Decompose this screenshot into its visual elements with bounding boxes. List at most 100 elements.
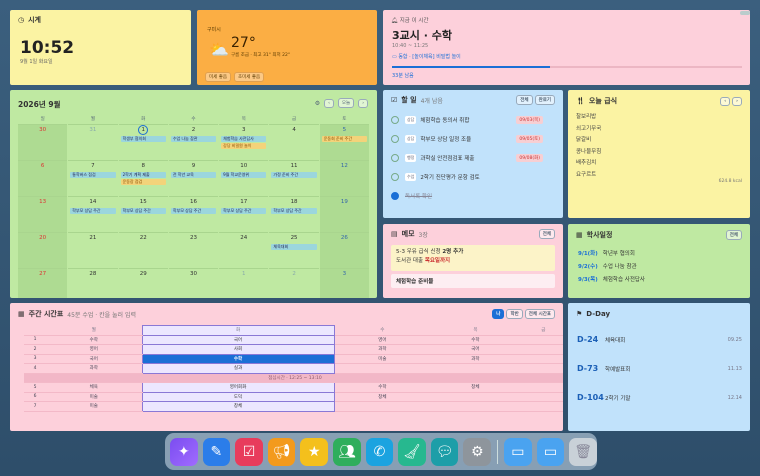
calendar-event[interactable]: 학부모 상담 주간 [271,208,317,214]
dday-item[interactable]: D-24 체육대회 09.25 [577,325,742,354]
timetable-cell[interactable]: 창체 [334,392,431,402]
timetable-cell[interactable] [430,401,521,412]
broom-app-icon[interactable]: 🧹︎ [398,437,426,466]
todo-widget[interactable]: ☑ 할 일 4개 남음 전체 완료기 상담 체험학습 동의서 취합 09/03(목)… [383,90,563,218]
calendar-day[interactable]: 28 [68,268,118,298]
clock-widget[interactable]: ◷ 시계 10:52 9월 1일 화요일 [10,10,191,85]
timetable-cell[interactable]: 수학 [430,335,521,345]
timetable-cell[interactable]: 국어 [430,344,521,355]
today-button[interactable]: 오늘 [337,98,355,108]
timetable-cell[interactable]: 영어 [46,344,143,355]
chat-app-icon[interactable]: 💬︎ [430,437,459,466]
calendar-day[interactable]: 2 수업 나눔 참관 [168,124,219,160]
timetable-cell[interactable]: 창체 [430,382,521,393]
ai-sparkle-app-icon[interactable]: ✦ [170,437,198,466]
calendar-day[interactable]: 16 학부모 상담 주간 [168,196,219,232]
calendar-day[interactable]: 1 [219,268,269,298]
calendar-day[interactable]: 23 [168,232,219,268]
timetable-cell[interactable]: 과학 [334,344,431,355]
timetable-cell[interactable]: 4 [24,363,46,374]
weather-widget[interactable]: 구미시 ⛅ 27° 구름 조금 · 최고 31° 최저 22° 미세 좋음 초미… [197,10,377,85]
prev-day-button[interactable]: ‹ [720,96,731,106]
calendar-day[interactable]: 11 가정 준비 주간 [269,160,319,196]
timetable-cell[interactable]: 2 [24,344,46,355]
calendar-day[interactable]: 9 전 학년 교육 [168,160,219,196]
next-day-button[interactable]: › [732,96,742,106]
calendar-event[interactable]: 학부모 상담 주간 [70,208,116,214]
timetable-cell[interactable] [520,335,563,345]
calendar-day[interactable]: 10 9월 학교운영위 [219,160,269,196]
timetable-cell[interactable] [430,392,521,402]
calendar-day[interactable]: 21 [68,232,118,268]
calendar-event[interactable]: 가정 준비 주간 [271,172,317,178]
timetable-cell[interactable]: 5 [24,382,46,393]
todo-checkbox[interactable] [391,115,399,124]
todo-item[interactable]: 상담 학부모 상담 일정 조율 09/05(토) [391,129,563,148]
dday-widget[interactable]: ⚑ D-Day D-24 체육대회 09.25 D-73 학예발표회 11.13 D-104 2… [568,303,750,431]
timetable-cell[interactable]: 영어 [334,335,431,345]
next-month-button[interactable]: › [358,98,368,108]
timetable-cell[interactable]: 6 [24,392,46,402]
calendar-day[interactable]: 3 체험학습 사전답사 강당 비밀원 놀이 [219,124,269,160]
window-control[interactable] [740,11,750,15]
calendar-day[interactable]: 13 [18,196,68,232]
timetable-cell[interactable]: 사회 [141,344,335,355]
todo-filter-done[interactable]: 완료기 [534,95,555,105]
dday-item[interactable]: D-104 2학기 기말 12.14 [577,383,742,412]
settings-app-icon[interactable]: ⚙ [463,437,492,466]
timetable-cell[interactable]: 국어 [141,334,335,345]
pen-app-icon[interactable]: ✎ [202,437,231,466]
dday-item[interactable]: D-73 학예발표회 11.13 [577,354,742,383]
calendar-day[interactable]: 17 학부모 상담 주간 [219,196,269,232]
academic-item[interactable]: 9/3(목) 체험학습 사전답사 [578,272,750,285]
calendar-day[interactable]: 12 [319,160,369,196]
timetable-cell[interactable]: 체육 [46,382,143,393]
timetable-cell[interactable]: 1 [24,335,46,345]
folder-app-icon[interactable]: ▭ [504,437,532,466]
calendar-event[interactable]: 9월 학교운영위 [221,172,267,178]
timetable-cell[interactable] [520,382,563,393]
timetable-cell[interactable]: 7 [24,401,46,412]
calendar-day[interactable]: 27 [18,268,68,298]
current-period-widget[interactable]: 🔔︎ 지금 이 시간 3교시 · 수학 10:40 ~ 11:25 ▭ 동합 ·… [383,10,750,85]
academic-item[interactable]: 9/2(수) 수업 나눔 참관 [578,259,750,272]
calendar-day[interactable]: 8 2학기 계획 제출 운동장 점검 [118,160,168,196]
calendar-day[interactable]: 18 학부모 상담 주간 [269,196,319,232]
phone-app-icon[interactable]: ✆ [365,437,394,466]
academic-schedule-widget[interactable]: ▦ 학사일정 전체 9/1(화) 학년부 협의회 9/2(수) 수업 나눔 참관 9/3… [568,224,750,298]
calendar-widget[interactable]: 2026년 9월 ⚙ ‹ 오늘 › 일 월 화 수 목 금 토 30 31 1 학생부 협의회 2 수업… [10,90,377,298]
memo-widget[interactable]: ▤ 메모 3장 전체 5-3 우유 급식 신청 2명 추가 도서관 대출 목요일… [383,224,563,298]
todo-filter-all[interactable]: 전체 [516,95,533,105]
todo-checkbox[interactable] [391,191,399,200]
lunch-widget[interactable]: 🍴︎ 오늘 급식 ‹ › 찰보리밥 쇠고기무국 닭갈비 콩나물무침 배추김치 요구르트 6… [568,90,750,218]
todo-checkbox[interactable] [391,172,399,181]
calendar-day[interactable]: 14 학부모 상담 주간 [68,196,118,232]
timetable-all-tab[interactable]: 전체 시간표 [524,309,555,319]
timetable-me-tab[interactable]: 나 [492,309,505,319]
calendar-day[interactable]: 1 학생부 협의회 [118,124,168,160]
timetable-cell[interactable] [520,401,563,412]
megaphone-app-icon[interactable]: 📢︎ [267,437,296,466]
timetable-cell[interactable]: 수학 [141,353,335,364]
timetable-cell[interactable] [334,363,431,374]
memo-all-button[interactable]: 전체 [538,229,555,239]
calendar-day[interactable]: 2 [269,268,319,298]
timetable-cell[interactable]: 미술 [46,401,143,412]
timetable-cell[interactable] [520,354,563,364]
timetable-cell[interactable]: 수학 [334,382,431,393]
calendar-day[interactable]: 26 [319,232,369,268]
calendar-day[interactable]: 6 [18,160,68,196]
timetable-cell[interactable]: 미술 [46,392,143,402]
timetable-cell[interactable]: 과학 [46,363,143,374]
timetable-cell[interactable] [520,392,563,402]
calendar-day[interactable]: 19 [319,196,369,232]
timetable-cell[interactable]: 수학 [46,335,143,345]
calendar-day[interactable]: 20 [18,232,68,268]
calendar-day[interactable]: 3 [319,268,369,298]
calendar-event[interactable]: 통학버스 점검 [70,172,116,178]
calendar-event[interactable]: 운동회 준비 주간 [321,136,367,142]
checklist-app-icon[interactable]: ☑ [235,437,263,466]
calendar-day[interactable]: 29 [118,268,168,298]
calendar-event[interactable]: 전 학년 교육 [170,172,217,178]
calendar-day[interactable]: 24 [219,232,269,268]
